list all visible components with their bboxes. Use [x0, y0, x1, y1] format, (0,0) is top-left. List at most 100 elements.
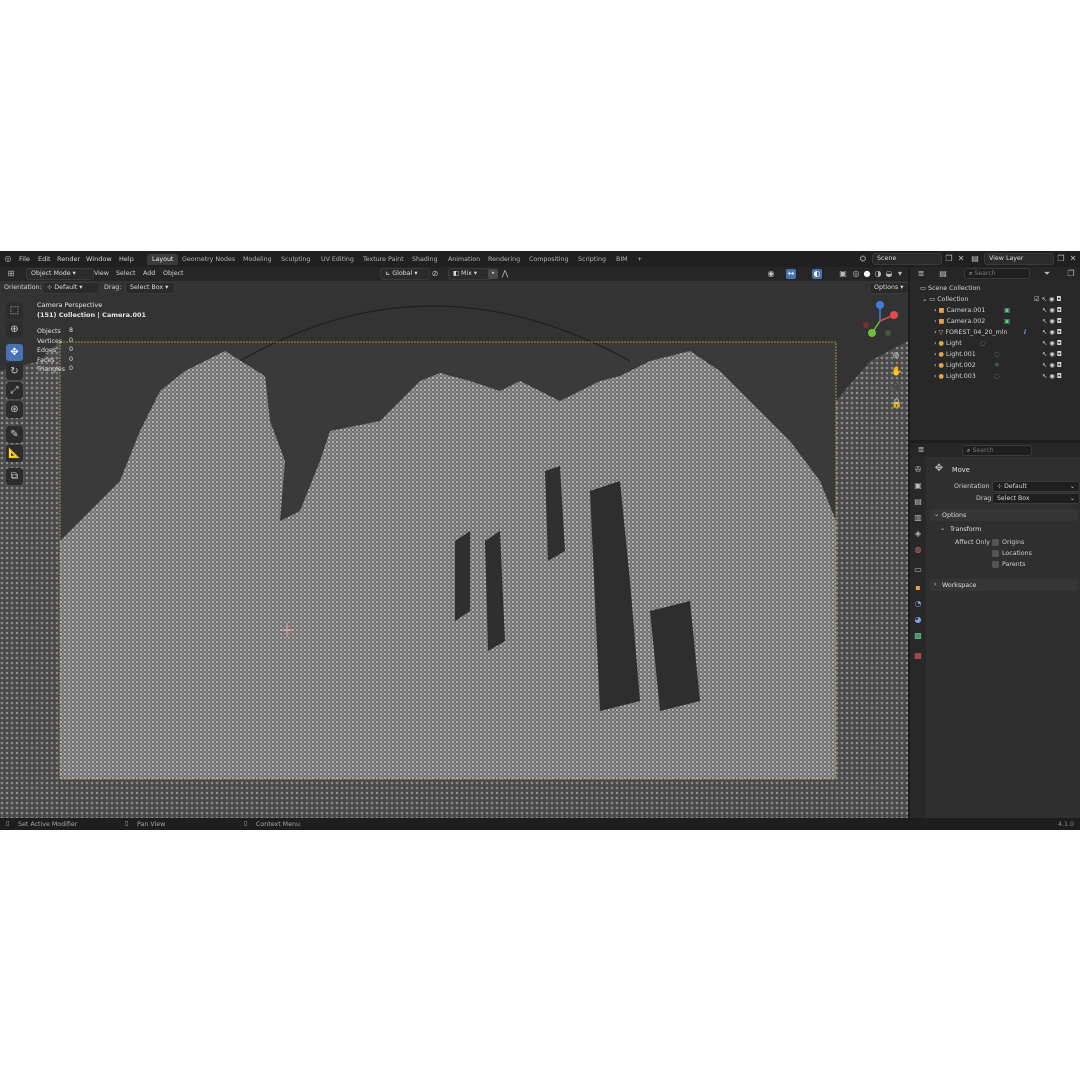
viewport-menu-add[interactable]: Add	[143, 270, 155, 277]
scale-tool[interactable]: ⤢	[6, 382, 23, 399]
object-tab-icon[interactable]: ▪	[913, 583, 923, 593]
transform-orientation-selector[interactable]: ⊾ Global ▾	[380, 268, 430, 280]
parents-checkbox[interactable]	[992, 561, 999, 568]
properties-editor-icon[interactable]: ≣	[916, 445, 926, 455]
navigation-gizmo[interactable]	[858, 299, 902, 343]
tab-rendering[interactable]: Rendering	[483, 254, 525, 265]
filter-icon[interactable]: ⏷	[1042, 269, 1052, 279]
tab-uv-editing[interactable]: UV Editing	[316, 254, 359, 265]
collection-tab-icon[interactable]: ▭	[913, 565, 923, 575]
view-layer-tab-icon[interactable]: ▥	[913, 513, 923, 523]
tool-tab-icon[interactable]: ✇	[913, 465, 923, 475]
new-scene-icon[interactable]: ❐	[944, 254, 954, 264]
row-visibility-icons[interactable]: ↖ ◉ ◘	[1042, 360, 1062, 371]
blend-selector[interactable]: ◧ Mix ▾	[448, 268, 492, 280]
locations-checkbox[interactable]	[992, 550, 999, 557]
drag-dropdown[interactable]: Select Box ⌄	[992, 493, 1080, 504]
pivot-point-icon[interactable]: ⊘	[430, 269, 440, 279]
zoom-icon[interactable]: ⊕	[891, 351, 901, 361]
workspace-panel-header[interactable]: › Workspace	[930, 579, 1078, 591]
visibility-icon[interactable]: ◉	[766, 269, 776, 279]
camera-view-icon[interactable]: 🎥	[891, 383, 902, 393]
scene-selector[interactable]: Scene	[872, 253, 942, 265]
snap-icon[interactable]: •	[488, 269, 498, 279]
xray-icon[interactable]: ▣	[838, 269, 848, 279]
transform-tool[interactable]: ⊛	[6, 401, 23, 418]
cursor-tool[interactable]: ⊕	[6, 321, 23, 338]
collection-visibility-icons[interactable]: ☑ ↖ ◉ ◘	[1034, 294, 1061, 305]
move-tool[interactable]: ✥	[6, 344, 23, 361]
tab-geometry-nodes[interactable]: Geometry Nodes	[177, 254, 240, 265]
outliner-search-input[interactable]: ⌕ Search	[964, 268, 1030, 279]
display-mode-icon[interactable]: ▤	[938, 269, 948, 279]
data-tab-icon[interactable]: ▩	[913, 631, 923, 641]
physics-tab-icon[interactable]: ◔	[913, 599, 923, 609]
menu-edit[interactable]: Edit	[38, 255, 51, 263]
rotate-tool[interactable]: ↻	[6, 363, 23, 380]
select-box-tool[interactable]: ⬚	[6, 302, 23, 319]
row-visibility-icons[interactable]: ↖ ◉ ◘	[1042, 338, 1062, 349]
output-tab-icon[interactable]: ▤	[913, 497, 923, 507]
tab-bim[interactable]: BIM	[611, 254, 633, 265]
outliner-item-light-001[interactable]: › ● Light.001 ◌ ↖ ◉ ◘	[934, 349, 1078, 360]
scene-icon[interactable]: ⛭	[858, 254, 868, 264]
scene-collection-row[interactable]: ▭ Scene Collection	[920, 283, 980, 294]
outliner-item-light[interactable]: › ● Light ◌ ↖ ◉ ◘	[934, 338, 1078, 349]
tab-shading[interactable]: Shading	[407, 254, 443, 265]
transform-subpanel-header[interactable]: ⌄ Transform	[936, 523, 1076, 535]
new-collection-icon[interactable]: ❐	[1066, 269, 1076, 279]
tab-modeling[interactable]: Modeling	[238, 254, 277, 265]
properties-search-input[interactable]: ⌕ Search	[962, 445, 1032, 456]
orientation-dropdown[interactable]: ⊹ Default ⌄	[992, 481, 1080, 492]
tab-layout[interactable]: Layout	[147, 254, 179, 265]
overlays-icon[interactable]: ◐	[812, 269, 822, 279]
row-visibility-icons[interactable]: ↖ ◉ ◘	[1042, 305, 1062, 316]
row-visibility-icons[interactable]: ↖ ◉ ◘	[1042, 349, 1062, 360]
row-visibility-icons[interactable]: ↖ ◉ ◘	[1042, 371, 1062, 382]
material-shading-icon[interactable]: ◑	[873, 269, 883, 279]
menu-window[interactable]: Window	[86, 255, 112, 263]
outliner-editor-icon[interactable]: ≣	[916, 269, 926, 279]
row-visibility-icons[interactable]: ↖ ◉ ◘	[1042, 327, 1062, 338]
gizmo-icon[interactable]: ↔	[786, 269, 796, 279]
pan-hand-icon[interactable]: ✋	[891, 367, 902, 377]
tab-sculpting[interactable]: Sculpting	[276, 254, 315, 265]
measure-tool[interactable]: 📐	[6, 445, 23, 462]
options-panel-header[interactable]: ⌄ Options	[930, 509, 1078, 521]
viewport-menu-select[interactable]: Select	[116, 270, 135, 277]
delete-scene-icon[interactable]: ✕	[956, 254, 966, 264]
add-workspace-button[interactable]: +	[632, 254, 647, 265]
outliner-item-camera-002[interactable]: › ■ Camera.002 ▣ ↖ ◉ ◘	[934, 316, 1078, 327]
mode-selector[interactable]: Object Mode ▾	[26, 268, 94, 280]
texture-tab-icon[interactable]: ▦	[913, 651, 923, 661]
outliner-item-camera-001[interactable]: › ■ Camera.001 ▣ ↖ ◉ ◘	[934, 305, 1078, 316]
delete-view-layer-icon[interactable]: ✕	[1068, 254, 1078, 264]
solid-shading-icon[interactable]: ●	[862, 269, 872, 279]
outliner-item-light-002[interactable]: › ● Light.002 ☼ ↖ ◉ ◘	[934, 360, 1078, 371]
orientation-dropdown[interactable]: ⊹ Default ▾	[42, 282, 100, 294]
origins-checkbox[interactable]	[992, 539, 999, 546]
blender-logo-icon[interactable]: ◎	[3, 254, 13, 264]
options-dropdown[interactable]: Options ▾	[869, 282, 908, 294]
render-tab-icon[interactable]: ▣	[913, 481, 923, 491]
editor-type-icon[interactable]: ⊞	[6, 269, 16, 279]
constraints-tab-icon[interactable]: ◕	[913, 615, 923, 625]
viewport-menu-view[interactable]: View	[94, 270, 109, 277]
annotate-tool[interactable]: ✎	[6, 426, 23, 443]
outliner-item-light-003[interactable]: › ● Light.003 ◌ ↖ ◉ ◘	[934, 371, 1078, 382]
tab-animation[interactable]: Animation	[443, 254, 485, 265]
shading-options-icon[interactable]: ▾	[895, 269, 905, 279]
drag-dropdown[interactable]: Select Box ▾	[125, 282, 175, 294]
new-view-layer-icon[interactable]: ❐	[1056, 254, 1066, 264]
outliner-item-forest[interactable]: › ▽ FOREST_04_20_mln ℓ ↖ ◉ ◘	[934, 327, 1078, 338]
collection-row[interactable]: ⌄ ▭ Collection ☑ ↖ ◉ ◘	[922, 294, 1078, 305]
add-cube-tool[interactable]: ⧉	[6, 468, 23, 485]
menu-file[interactable]: File	[19, 255, 30, 263]
viewport-menu-object[interactable]: Object	[163, 270, 184, 277]
tab-compositing[interactable]: Compositing	[524, 254, 573, 265]
tab-scripting[interactable]: Scripting	[573, 254, 611, 265]
proportional-edit-icon[interactable]: ⋀	[500, 269, 510, 279]
view-layer-icon[interactable]: ▤	[970, 254, 980, 264]
world-tab-icon[interactable]: ◍	[913, 545, 923, 555]
tab-texture-paint[interactable]: Texture Paint	[358, 254, 409, 265]
